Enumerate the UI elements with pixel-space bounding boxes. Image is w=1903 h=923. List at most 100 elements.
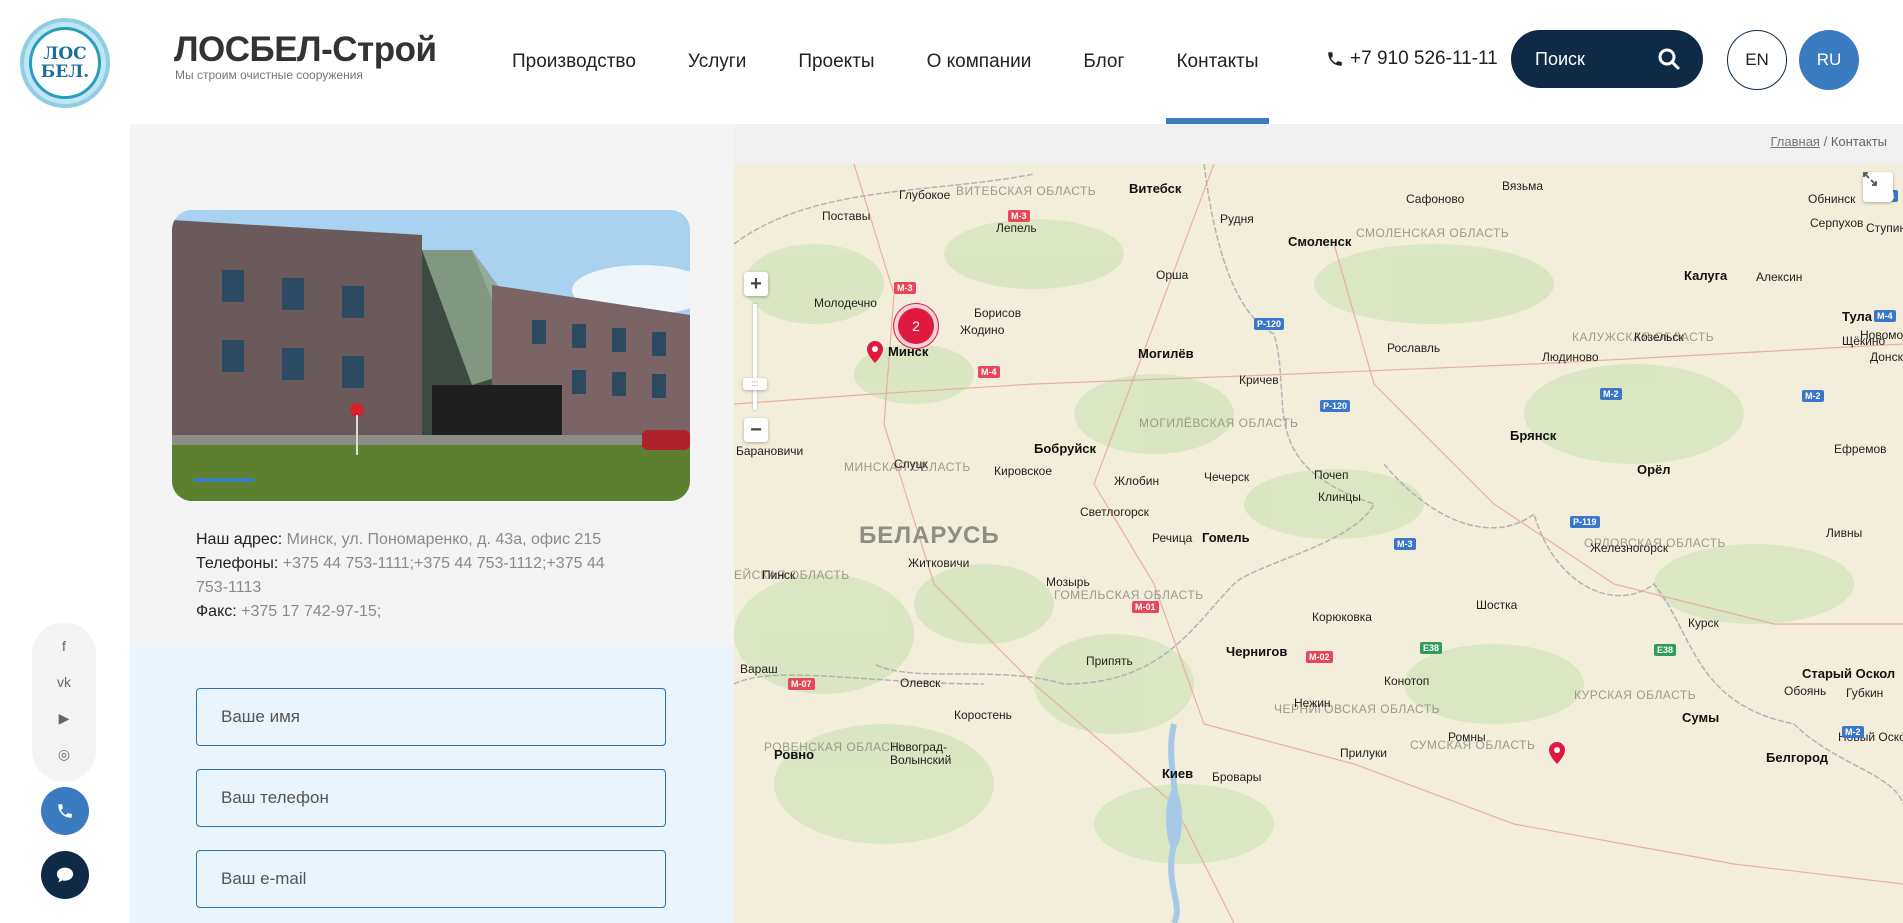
city-label: Чернигов <box>1226 644 1288 659</box>
office-photo <box>172 210 690 501</box>
map-pin-icon[interactable] <box>867 341 883 363</box>
city-label: Гомель <box>1202 530 1250 545</box>
city-label: Витебск <box>1129 181 1182 196</box>
nav-item-production[interactable]: Производство <box>512 0 636 124</box>
road-badge: M-3 <box>1394 538 1416 550</box>
name-input[interactable] <box>196 688 666 746</box>
city-label: Белгород <box>1766 750 1828 765</box>
chat-button[interactable] <box>41 851 89 899</box>
email-input[interactable] <box>196 850 666 908</box>
city-label: Обоянь <box>1784 684 1827 698</box>
phone-input[interactable] <box>196 769 666 827</box>
nav-item-projects[interactable]: Проекты <box>798 0 874 124</box>
road-badge: M-2 <box>1600 388 1622 400</box>
logo-text-bottom: БЕЛ. <box>40 62 90 82</box>
nav-item-about[interactable]: О компании <box>927 0 1032 124</box>
header-phone[interactable]: +7 910 526-11-11 <box>1326 48 1498 70</box>
chat-icon <box>56 867 74 883</box>
road-badge: E38 <box>1420 642 1443 654</box>
city-label: Кировское <box>994 464 1053 478</box>
zoom-handle[interactable]: ::: <box>743 378 767 390</box>
city-label: Железногорск <box>1590 541 1669 555</box>
city-label: Речица <box>1152 531 1193 545</box>
road-badge: P-120 <box>1254 318 1285 330</box>
city-label: Коростень <box>954 708 1012 722</box>
logo[interactable]: ЛОС БЕЛ. <box>20 18 110 108</box>
lang-en-button[interactable]: EN <box>1727 30 1787 90</box>
road-badge: M-2 <box>1842 726 1864 738</box>
vk-icon[interactable]: vk <box>57 674 71 690</box>
city-label: Почеп <box>1314 468 1349 482</box>
search-icon[interactable] <box>1657 47 1681 71</box>
zoom-out-button[interactable]: − <box>744 418 768 442</box>
road-badge: M-2 <box>1802 390 1824 402</box>
city-label: Пинск <box>762 568 796 582</box>
city-label: Вараш <box>740 662 778 676</box>
phone-icon <box>1328 52 1342 66</box>
city-label: Брянск <box>1510 428 1557 443</box>
facebook-icon[interactable]: f <box>62 638 66 654</box>
city-label: Серпухов <box>1810 216 1864 230</box>
phones-line: Телефоны: +375 44 753-1111;+375 44 753-1… <box>196 552 636 600</box>
address-line: Наш адрес: Минск, ул. Пономаренко, д. 43… <box>196 528 636 552</box>
city-label: Новомосковск <box>1860 328 1903 342</box>
city-label: Бобруйск <box>1034 441 1097 456</box>
city-label: Слуцк <box>894 457 928 471</box>
logo-mark: ЛОС БЕЛ. <box>29 27 101 99</box>
city-label: Жодино <box>960 323 1005 337</box>
map-cluster-marker[interactable]: 2 <box>898 308 934 344</box>
search-input[interactable] <box>1535 48 1655 70</box>
city-label: Корюковка <box>1312 610 1372 624</box>
region-label: ВИТЕБСКАЯ ОБЛАСТЬ <box>956 184 1097 198</box>
city-label: Калуга <box>1684 268 1728 283</box>
city-label: Рудня <box>1220 212 1254 226</box>
city-label: Старый Оскол <box>1802 666 1896 681</box>
city-label: Прилуки <box>1340 746 1387 760</box>
address-value: Минск, ул. Пономаренко, д. 43а, офис 215 <box>286 531 602 548</box>
lang-ru-button[interactable]: RU <box>1799 30 1859 90</box>
city-label: Ромны <box>1448 730 1486 744</box>
instagram-icon[interactable]: ◎ <box>58 746 70 762</box>
road-badge: P-119 <box>1570 516 1600 528</box>
breadcrumb-home[interactable]: Главная <box>1770 134 1819 149</box>
nav-item-services[interactable]: Услуги <box>688 0 746 124</box>
breadcrumb-separator: / <box>1823 134 1828 149</box>
brand-title[interactable]: ЛОСБЕЛ-Строй <box>174 30 437 70</box>
map[interactable]: ВИТЕБСКАЯ ОБЛАСТЬ СМОЛЕНСКАЯ ОБЛАСТЬ КАЛ… <box>734 164 1903 923</box>
contact-form <box>130 646 734 923</box>
city-label: Орёл <box>1637 462 1671 477</box>
main-nav: Производство Услуги Проекты О компании Б… <box>512 0 1311 124</box>
youtube-icon[interactable]: ▶ <box>59 710 70 726</box>
city-label: Бровары <box>1212 770 1262 784</box>
city-label: Ливны <box>1826 526 1863 540</box>
expand-icon <box>1863 172 1877 186</box>
map-pin-icon[interactable] <box>1549 742 1565 764</box>
city-label: Сафоново <box>1406 192 1465 206</box>
city-label: Курск <box>1688 616 1719 630</box>
zoom-in-button[interactable]: + <box>744 272 768 296</box>
road-badge: M-3 <box>894 282 916 294</box>
fullscreen-button[interactable] <box>1863 172 1893 202</box>
city-label: Губкин <box>1846 686 1884 700</box>
city-label: Алексин <box>1756 270 1803 284</box>
address-block: Наш адрес: Минск, ул. Пономаренко, д. 43… <box>196 528 636 624</box>
social-sidebar: f vk ▶ ◎ <box>32 622 96 782</box>
city-label: Жлобин <box>1114 474 1160 488</box>
address-label: Наш адрес: <box>196 531 283 548</box>
city-label: Ровно <box>774 747 815 762</box>
road-badge: M-3 <box>1008 210 1030 222</box>
city-label: Обнинск <box>1808 192 1856 206</box>
zoom-slider[interactable]: ::: <box>743 304 767 410</box>
city-label: Глубокое <box>899 188 951 202</box>
call-button[interactable] <box>41 787 89 835</box>
nav-item-contacts[interactable]: Контакты <box>1166 0 1269 124</box>
breadcrumb: Главная / Контакты <box>1770 134 1887 149</box>
city-label: Людиново <box>1542 350 1599 364</box>
city-label: Сумы <box>1682 710 1720 725</box>
nav-item-blog[interactable]: Блог <box>1083 0 1124 124</box>
city-label: Молодечно <box>814 296 877 310</box>
fax-line: Факс: +375 17 742-97-15; <box>196 600 636 624</box>
city-label: Донской <box>1870 350 1903 364</box>
city-label: Новоград-Волынский <box>890 740 952 767</box>
city-label: Тула <box>1842 309 1872 324</box>
